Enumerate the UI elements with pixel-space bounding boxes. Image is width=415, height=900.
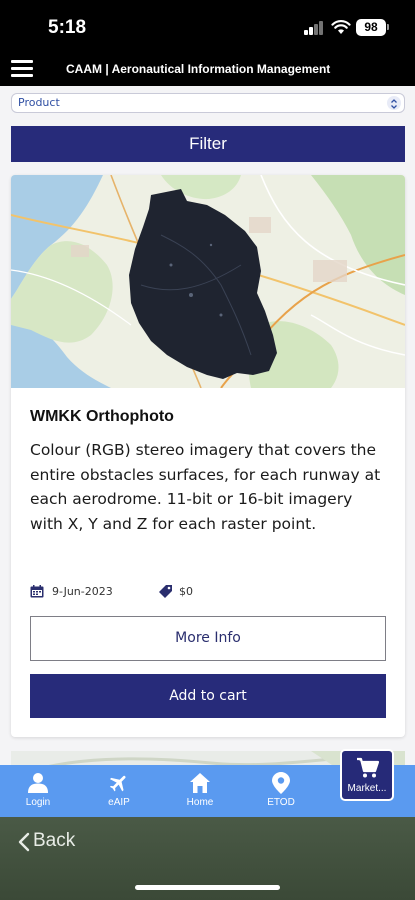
orthophoto-map-image[interactable] xyxy=(11,175,405,388)
filter-button[interactable]: Filter xyxy=(11,126,405,162)
back-chevron-icon[interactable] xyxy=(18,832,30,852)
nav-item-eaip[interactable]: eAIP xyxy=(93,765,145,817)
product-card: WMKK Orthophoto Colour (RGB) stereo imag… xyxy=(11,175,405,737)
product-price: $0 xyxy=(179,585,193,598)
hamburger-menu-icon[interactable] xyxy=(11,58,33,78)
airplane-icon xyxy=(109,775,126,792)
nav-item-login[interactable]: Login xyxy=(12,765,64,817)
add-to-cart-button[interactable]: Add to cart xyxy=(30,674,386,718)
nav-label-home: Home xyxy=(186,797,214,808)
product-select-value: Product xyxy=(18,96,60,109)
wifi-icon xyxy=(331,20,351,34)
product-date: 9-Jun-2023 xyxy=(52,585,113,598)
more-info-button[interactable]: More Info xyxy=(30,616,386,661)
home-indicator[interactable] xyxy=(135,885,280,890)
app-title: CAAM | Aeronautical Information Manageme… xyxy=(66,62,331,76)
status-bar: 5:18 98 xyxy=(0,0,415,54)
status-time: 5:18 xyxy=(48,17,87,38)
product-description: Colour (RGB) stereo imagery that covers … xyxy=(30,441,381,533)
marketplace-button[interactable]: Market... xyxy=(340,749,394,801)
product-select[interactable]: Product xyxy=(11,93,405,113)
back-button[interactable]: Back xyxy=(33,830,75,852)
marketplace-label: Market... xyxy=(347,783,387,794)
nav-item-home[interactable]: Home xyxy=(174,765,226,817)
home-icon xyxy=(190,773,210,793)
product-title: WMKK Orthophoto xyxy=(30,408,174,425)
user-icon xyxy=(28,773,48,793)
nav-label-login: Login xyxy=(25,797,51,808)
calendar-icon xyxy=(30,585,44,598)
nav-label-eaip: eAIP xyxy=(108,797,130,808)
app-header: CAAM | Aeronautical Information Manageme… xyxy=(0,54,415,86)
nav-label-etod: ETOD xyxy=(267,797,295,808)
back-bar: Back xyxy=(0,817,415,900)
cart-icon xyxy=(357,757,379,778)
price-tag-icon xyxy=(159,585,172,598)
battery-tip xyxy=(387,24,389,30)
cellular-signal-icon xyxy=(304,21,324,35)
select-arrows-icon xyxy=(387,96,401,110)
battery-indicator: 98 xyxy=(356,19,386,36)
location-pin-icon xyxy=(272,772,290,794)
nav-item-etod[interactable]: ETOD xyxy=(255,765,307,817)
